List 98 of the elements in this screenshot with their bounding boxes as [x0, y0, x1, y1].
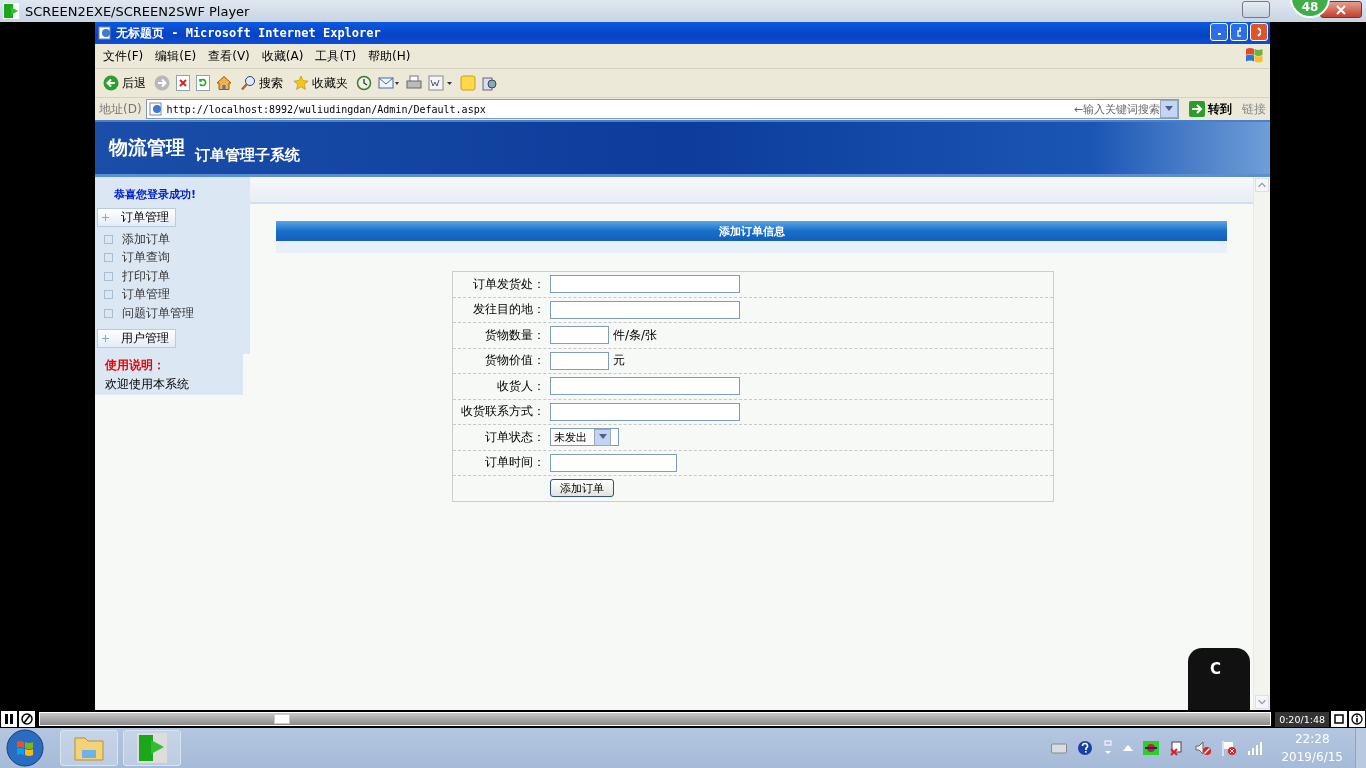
text-field[interactable] — [550, 300, 740, 319]
menu-item[interactable]: 工具(T) — [309, 47, 363, 65]
stop-icon[interactable] — [176, 75, 190, 91]
menu-item[interactable]: 查看(V) — [202, 47, 256, 65]
welcome-text: 恭喜您登录成功! — [113, 187, 198, 202]
help-text: 欢迎使用本系统 — [105, 375, 190, 393]
help-icon[interactable] — [1077, 740, 1094, 756]
caret-icon — [598, 434, 607, 441]
slashed-circle-icon — [21, 713, 33, 725]
house-icon[interactable] — [216, 75, 232, 91]
player-taskbar-button[interactable] — [123, 730, 181, 766]
document-icon[interactable] — [428, 75, 454, 91]
info-button[interactable] — [1349, 711, 1365, 727]
folder-icon — [73, 734, 105, 762]
binoculars-icon[interactable] — [482, 75, 498, 91]
sidebar-item[interactable]: 添加订单 — [95, 230, 250, 249]
forward-arrow-icon[interactable] — [154, 75, 170, 91]
fullscreen-button[interactable] — [1331, 711, 1347, 727]
form-title: 添加订单信息 — [276, 221, 1227, 241]
submit-button[interactable]: 添加订单 — [550, 479, 614, 498]
address-label: 地址(D) — [99, 100, 142, 118]
sidebar-item[interactable]: 打印订单 — [95, 267, 250, 286]
unit-label: 元 — [613, 352, 625, 370]
field-label: 发往目的地： — [472, 302, 545, 318]
mute-button[interactable] — [19, 711, 35, 727]
unit-label: 件/条/张 — [613, 326, 658, 344]
arrow-icon — [1189, 101, 1205, 117]
field-label: 收货人： — [496, 378, 545, 394]
star-icon[interactable] — [293, 75, 309, 91]
search-placeholder: ←输入关键词搜索 — [1073, 101, 1160, 117]
folder-taskbar-button[interactable] — [60, 730, 118, 766]
scroll-up-icon[interactable] — [1255, 178, 1269, 192]
text-field[interactable] — [550, 351, 609, 370]
seek-thumb[interactable] — [273, 714, 290, 724]
address-field[interactable]: http://localhost:8992/wuliudingdan/Admin/Default.aspx ←输入关键词搜索 — [145, 99, 1179, 119]
page-icon — [148, 102, 163, 116]
toolbar-button[interactable]: 后退 — [101, 72, 148, 94]
toolbar-button[interactable]: 收藏夹 — [291, 72, 350, 94]
sidebar-item[interactable]: 问题订单管理 — [95, 304, 250, 323]
floating-widget[interactable]: C — [1188, 648, 1250, 710]
plus-icon — [102, 214, 109, 221]
app-logo-icon — [3, 3, 19, 19]
player-title: SCREEN2EXE/SCREEN2SWF Player — [25, 3, 250, 19]
up-arrow-icon[interactable] — [1123, 744, 1134, 752]
counter-badge: 48 — [1290, 0, 1330, 18]
status-dropdown[interactable]: 未发出 — [550, 428, 619, 447]
minimize-button[interactable] — [1242, 1, 1270, 18]
app-logo-icon — [137, 733, 167, 763]
text-field[interactable] — [550, 326, 609, 345]
menu-group[interactable]: 用户管理 — [97, 328, 176, 348]
envelope-icon[interactable] — [378, 75, 400, 91]
speaker-muted-icon[interactable] — [1195, 740, 1212, 756]
text-field[interactable] — [550, 402, 740, 421]
dropdown-icon[interactable] — [1160, 100, 1178, 118]
flag-icon[interactable] — [1221, 740, 1238, 756]
text-field[interactable] — [550, 275, 740, 294]
url-text: http://localhost:8992/wuliudingdan/Admin/Default.aspx — [166, 103, 486, 115]
scroll-down-icon[interactable] — [1255, 695, 1269, 709]
search-icon[interactable] — [240, 75, 256, 91]
help-title: 使用说明： — [105, 356, 166, 374]
text-field[interactable] — [550, 377, 740, 396]
field-label: 收货联系方式： — [460, 404, 545, 420]
signal-bars-icon[interactable] — [1247, 741, 1264, 755]
page-icon — [98, 26, 112, 40]
field-label: 订单发货处： — [472, 276, 545, 292]
text-field[interactable] — [550, 453, 677, 472]
info-icon — [1351, 713, 1363, 725]
restore-button[interactable] — [1230, 23, 1248, 41]
tray-app-icon[interactable] — [1143, 741, 1160, 755]
site-subtitle: 订单管理子系统 — [195, 145, 300, 165]
refresh-icon[interactable] — [196, 75, 210, 91]
square-icon — [1333, 713, 1345, 725]
menu-item[interactable]: 帮助(H) — [362, 47, 417, 65]
back-arrow-icon[interactable] — [103, 75, 119, 91]
site-logo: 物流管理 — [109, 135, 185, 160]
pause-icon — [4, 714, 14, 724]
field-label: 订单状态： — [484, 429, 545, 445]
pause-button[interactable] — [1, 711, 17, 727]
sidebar-item[interactable]: 订单管理 — [95, 285, 250, 304]
toolbar-button[interactable]: 搜索 — [238, 72, 285, 94]
sidebar-item[interactable]: 订单查询 — [95, 248, 250, 267]
field-label: 货物数量： — [484, 327, 545, 343]
menu-item[interactable]: 收藏(A) — [255, 47, 310, 65]
field-label: 货物价值： — [484, 353, 545, 369]
menu-group[interactable]: 订单管理 — [97, 208, 176, 227]
plus-icon — [102, 334, 109, 342]
window-title: 无标题页 - Microsoft Internet Explorer — [116, 24, 381, 42]
start-button[interactable] — [6, 729, 44, 767]
go-button[interactable]: 转到 — [1183, 99, 1238, 119]
windows-icon[interactable] — [1103, 740, 1114, 756]
scrollbar[interactable] — [1253, 177, 1270, 710]
flag-logo-icon — [1244, 46, 1264, 64]
keyboard-icon[interactable] — [1051, 742, 1068, 754]
playback-time: 0:20/1:48 — [1275, 711, 1329, 727]
menu-item[interactable]: 编辑(E) — [149, 47, 203, 65]
menu-item[interactable]: 文件(F) — [97, 47, 150, 65]
printer-icon[interactable] — [406, 75, 422, 91]
field-label: 订单时间： — [484, 455, 545, 471]
